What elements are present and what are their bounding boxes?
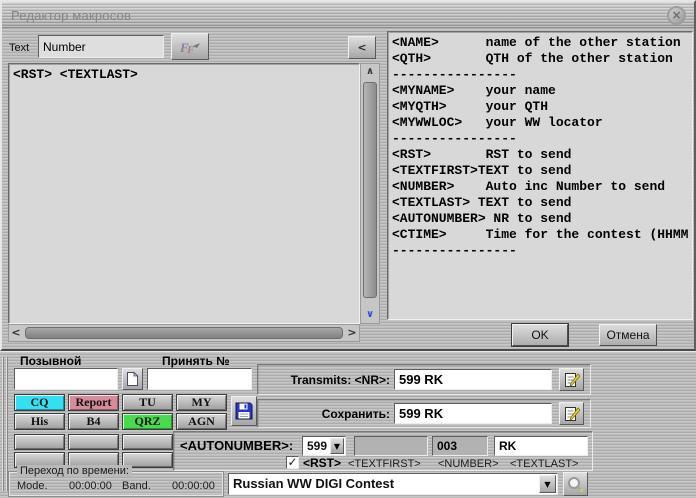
edit-save-button[interactable]	[559, 402, 584, 425]
macro-name-input[interactable]	[38, 35, 164, 58]
macro-button-my[interactable]: MY	[176, 394, 227, 411]
font-icon: F F	[178, 38, 202, 56]
save-macros-button[interactable]	[231, 396, 257, 426]
scroll-left-icon[interactable]: <	[9, 325, 23, 341]
save-label: Сохранить:	[260, 407, 390, 421]
macro-button-tu[interactable]: TU	[122, 394, 173, 411]
application-window: Редактор макросов × Text F F < <RST> <TE…	[0, 0, 696, 498]
macro-button-agn[interactable]: AGN	[176, 413, 227, 430]
dialog-title: Редактор макросов	[11, 8, 131, 23]
search-icon	[567, 476, 584, 493]
vertical-scrollbar-thumb[interactable]	[363, 82, 377, 298]
new-entry-button[interactable]	[122, 368, 143, 390]
macro-text-area[interactable]: <RST> <TEXTLAST>	[8, 63, 360, 324]
timer-group-label: Переход по времени:	[17, 465, 132, 477]
macro-button-report[interactable]: Report	[68, 394, 119, 411]
received-number-input[interactable]	[147, 368, 252, 390]
check-icon: ✓	[287, 455, 297, 469]
dialog-titlebar[interactable]: Редактор макросов ×	[2, 2, 694, 28]
save-group: Сохранить:	[257, 399, 591, 428]
edit-transmits-button[interactable]	[559, 368, 584, 391]
ok-button[interactable]: OK	[512, 324, 568, 346]
font-button[interactable]: F F	[171, 33, 209, 60]
insert-macro-button[interactable]: <	[348, 36, 376, 59]
textfirst-input[interactable]	[354, 436, 428, 456]
edit-macro-icon	[564, 372, 580, 388]
autonumber-label: <AUTONUMBER>:	[180, 438, 293, 453]
band-timer-value: 00:00:00	[172, 480, 215, 492]
blank-macro-button[interactable]	[68, 434, 119, 450]
close-button[interactable]: ×	[667, 6, 686, 25]
scroll-up-icon[interactable]: ∧	[361, 66, 379, 78]
scroll-down-icon[interactable]: ∨	[361, 309, 379, 321]
autonumber-value: 599	[307, 439, 327, 453]
edit-macro-icon	[564, 406, 580, 422]
blank-macro-button[interactable]	[14, 434, 65, 450]
macro-help-text: <NAME> name of the other station <QTH> Q…	[388, 32, 692, 262]
chevron-down-icon[interactable]: ▼	[330, 438, 344, 454]
vertical-scrollbar[interactable]: ∧ ∨	[360, 63, 380, 324]
rst-checkbox[interactable]: ✓	[286, 456, 299, 469]
macro-help-panel: <NAME> name of the other station <QTH> Q…	[387, 31, 693, 320]
horizontal-scrollbar[interactable]: < >	[8, 324, 360, 342]
floppy-disk-icon	[235, 402, 253, 420]
textlast-input[interactable]	[494, 436, 588, 456]
cancel-button[interactable]: Отмена	[599, 324, 657, 346]
horizontal-scrollbar-thumb[interactable]	[25, 327, 343, 339]
new-document-icon	[126, 371, 139, 387]
timer-group: Переход по времени: Mode. 00:00:00 Band.…	[8, 471, 224, 497]
received-label: Принять №	[162, 354, 230, 368]
blank-macro-button[interactable]	[122, 434, 173, 450]
contest-select-value: Russian WW DIGI Contest	[233, 476, 394, 491]
contest-select[interactable]: Russian WW DIGI Contest ▼	[228, 473, 558, 495]
macro-button-qrz[interactable]: QRZ	[122, 413, 173, 430]
callsign-label: Позывной	[20, 354, 81, 368]
macro-button-b4[interactable]: B4	[68, 413, 119, 430]
transmits-label: Transmits: <NR>:	[260, 373, 390, 387]
textlast-label: <TEXTLAST>	[510, 458, 578, 470]
macro-button-his[interactable]: His	[14, 413, 65, 430]
mode-label: Mode.	[17, 480, 48, 492]
band-label: Band.	[122, 480, 151, 492]
mode-timer-value: 00:00:00	[69, 480, 112, 492]
chevron-down-icon[interactable]: ▼	[539, 475, 556, 493]
transmits-input[interactable]	[394, 369, 552, 390]
macro-text: <RST> <TEXTLAST>	[9, 64, 359, 86]
transmits-group: Transmits: <NR>:	[257, 364, 591, 395]
close-icon: ×	[671, 8, 681, 22]
number-label: <NUMBER>	[438, 458, 499, 470]
scroll-right-icon[interactable]: >	[345, 325, 359, 341]
autonumber-dropdown[interactable]: 599 ▼	[302, 436, 346, 456]
contest-search-button[interactable]	[563, 472, 588, 496]
autonumber-group: <AUTONUMBER>: 599 ▼ ✓ <RST> <TEXTFIRST> …	[173, 431, 593, 471]
macro-editor-dialog: Редактор макросов × Text F F < <RST> <TE…	[0, 0, 696, 351]
number-input[interactable]	[432, 436, 488, 456]
save-input[interactable]	[394, 403, 552, 424]
text-label: Text	[9, 42, 29, 54]
contest-panel: Позывной Принять № Transmits: <NR>:	[0, 351, 696, 498]
textfirst-label: <TEXTFIRST>	[348, 458, 421, 470]
rst-checkbox-label: <RST>	[303, 456, 341, 470]
callsign-input[interactable]	[14, 368, 118, 390]
macro-button-cq[interactable]: CQ	[14, 394, 65, 411]
